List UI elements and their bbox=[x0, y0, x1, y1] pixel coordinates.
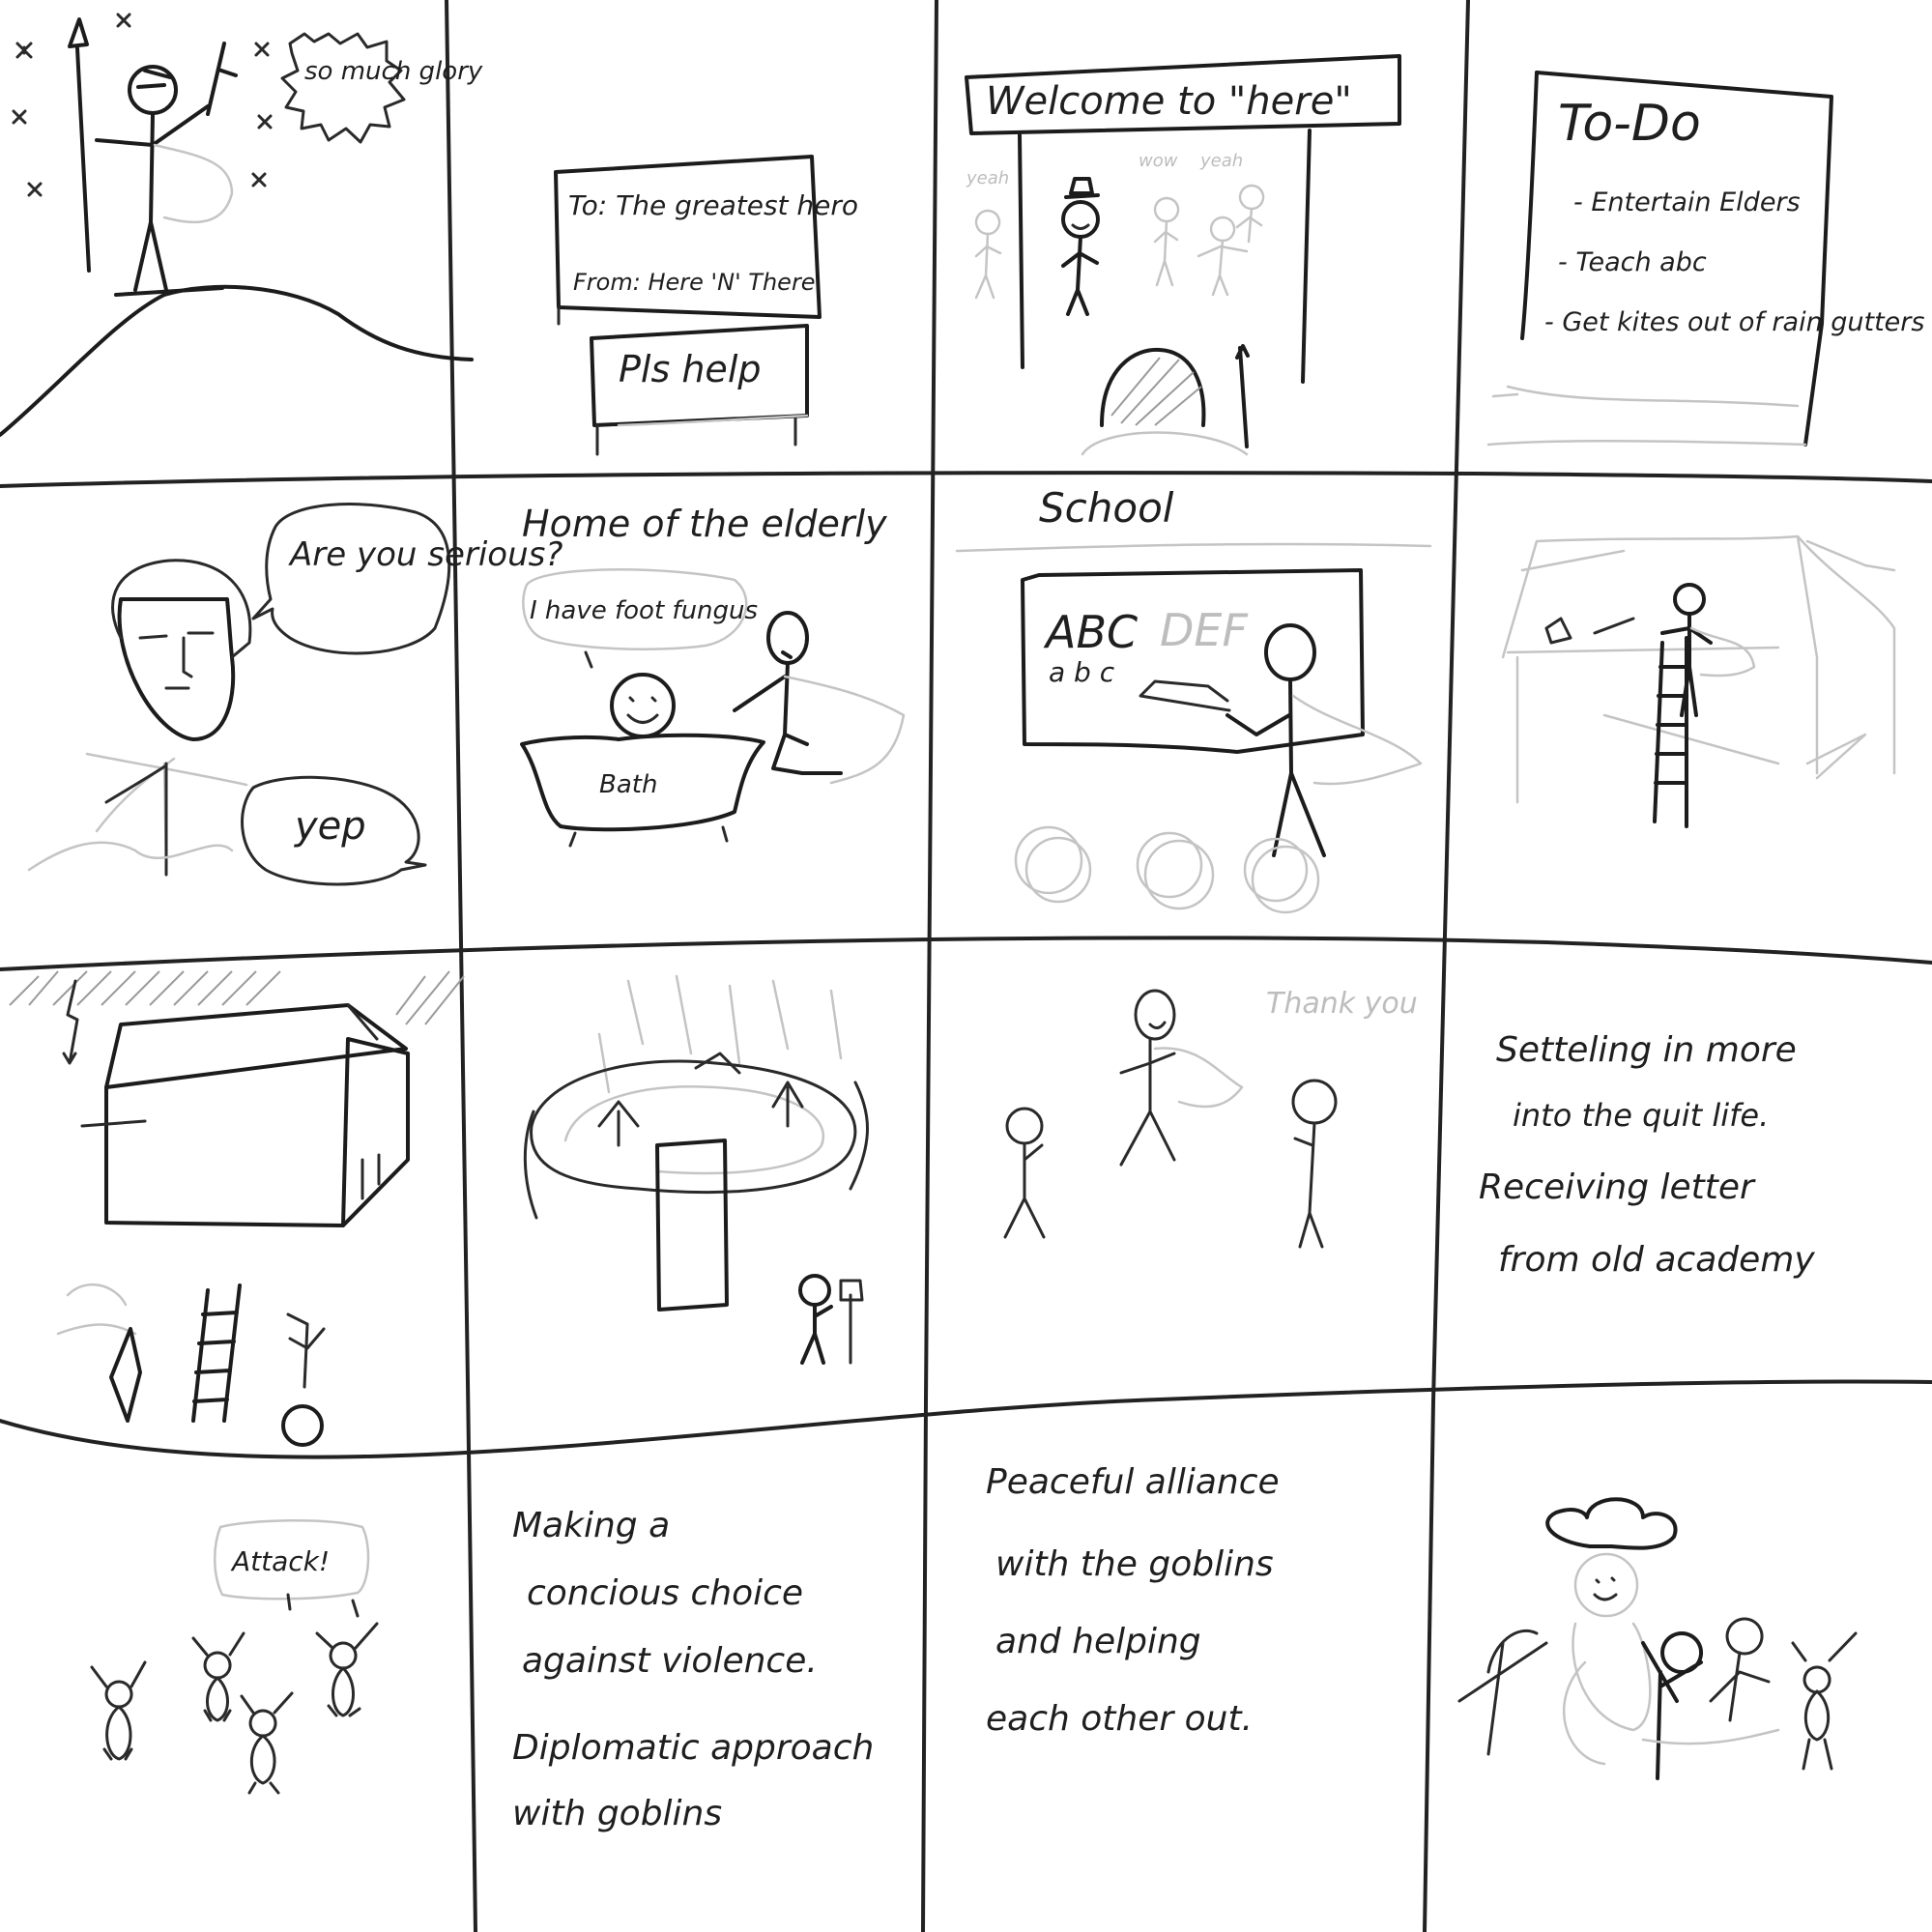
panel-14-diplomacy: Making a concious choice against violenc… bbox=[512, 1506, 874, 1833]
storm-cloud-left bbox=[9, 970, 281, 1006]
welcome-banner-text: Welcome to "here" bbox=[986, 79, 1352, 124]
villager-left bbox=[1003, 1107, 1046, 1239]
horizontal-divider-2 bbox=[0, 936, 1932, 971]
panel-12-settling-in: Setteling in more into the quit life. Re… bbox=[1479, 1030, 1815, 1280]
house-outline bbox=[104, 1003, 408, 1089]
kite-on-roof bbox=[1544, 617, 1572, 645]
hero-stick-figure-group bbox=[1641, 1631, 1703, 1780]
ladder bbox=[1653, 636, 1688, 828]
speech-bubble bbox=[280, 32, 406, 144]
villager-right bbox=[1291, 1079, 1338, 1249]
hill-drawing bbox=[0, 284, 474, 437]
alliance-line-3: and helping bbox=[995, 1622, 1201, 1661]
panel-2-help-letter: To: The greatest hero From: Here 'N' The… bbox=[554, 155, 858, 456]
vertical-divider-1 bbox=[445, 0, 477, 1932]
vertical-divider-3 bbox=[1423, 0, 1470, 1932]
panel-15-peaceful-alliance: Peaceful alliance with the goblins and h… bbox=[986, 1462, 1280, 1739]
crowd-speech-3: yeah bbox=[1199, 151, 1243, 171]
panel-1-hero-glory: so much glory bbox=[0, 13, 483, 437]
panel-6-elderly-home: Home of the elderly I have foot fungus B… bbox=[520, 503, 906, 848]
todo-item-3: - Get kites out of rain gutters bbox=[1544, 307, 1924, 337]
panel-13-goblins-attack: Attack! bbox=[90, 1518, 379, 1795]
todo-item-1: - Entertain Elders bbox=[1573, 187, 1801, 217]
chalkboard-faint-letters: DEF bbox=[1160, 604, 1248, 656]
hero-back-view bbox=[1081, 344, 1250, 456]
character-head bbox=[117, 597, 236, 741]
goblin-group bbox=[90, 1622, 379, 1795]
student-heads bbox=[1014, 825, 1320, 914]
help-sign-text: Pls help bbox=[619, 348, 762, 390]
shovel bbox=[839, 1279, 864, 1365]
horizontal-divider-3 bbox=[0, 1379, 1932, 1459]
thank-you-text: Thank you bbox=[1266, 987, 1418, 1021]
fungus-speech-text: I have foot fungus bbox=[530, 596, 758, 625]
storm-cloud-right bbox=[395, 970, 465, 1025]
portal-door bbox=[655, 1139, 729, 1312]
chalkboard-upper-letters: ABC bbox=[1043, 606, 1138, 658]
small-goblin bbox=[798, 1274, 864, 1365]
fallen-figure bbox=[286, 1312, 326, 1389]
diplomacy-line-1: Making a bbox=[512, 1506, 670, 1545]
spear-drawing bbox=[75, 46, 91, 273]
alliance-line-4: each other out. bbox=[986, 1699, 1253, 1739]
attack-speech-text: Attack! bbox=[230, 1545, 330, 1577]
kite-on-ground bbox=[109, 1327, 142, 1423]
sword-drawing bbox=[206, 42, 226, 116]
settling-line-2: into the quit life. bbox=[1513, 1097, 1769, 1134]
alliance-line-2: with the goblins bbox=[995, 1544, 1274, 1584]
vertical-divider-2 bbox=[921, 0, 938, 1932]
hero-teacher bbox=[1139, 623, 1423, 857]
mayor-face bbox=[1573, 1552, 1639, 1618]
diplomacy-line-3: against violence. bbox=[522, 1641, 818, 1681]
panel-9-storm-house bbox=[9, 970, 465, 1447]
panel-7-school: School ABC DEF a b c bbox=[955, 484, 1432, 914]
letter-to-text: To: The greatest hero bbox=[568, 189, 858, 221]
sparkle-stars bbox=[12, 13, 273, 197]
answer-text: yep bbox=[294, 804, 366, 849]
crowd-speech-2: wow bbox=[1139, 151, 1178, 171]
question-bubble bbox=[251, 503, 451, 655]
bath-label: Bath bbox=[599, 770, 657, 799]
panel-3-welcome: Welcome to "here" yeah wow yeah bbox=[965, 54, 1401, 456]
ladder-on-ground bbox=[191, 1283, 242, 1423]
settling-line-4: from old academy bbox=[1498, 1240, 1815, 1280]
panel-10-goblin-portal bbox=[523, 974, 869, 1365]
hero-kneeling bbox=[733, 611, 906, 785]
todo-title: To-Do bbox=[1558, 95, 1701, 153]
elder-head bbox=[610, 673, 676, 738]
glory-speech-text: so much glory bbox=[304, 57, 483, 86]
letter-from-text: From: Here 'N' There bbox=[573, 269, 816, 296]
storyboard-sheet: so much glory To: The greatest hero From… bbox=[0, 0, 1932, 1932]
panel-8-kite-rescue bbox=[1501, 534, 1896, 828]
sword-pointer bbox=[1139, 679, 1231, 712]
chalkboard-lower-letters: a b c bbox=[1049, 656, 1115, 688]
todo-item-2: - Teach abc bbox=[1558, 247, 1707, 277]
diplomacy-line-4: Diplomatic approach bbox=[512, 1728, 874, 1768]
horizontal-divider-1 bbox=[0, 471, 1932, 488]
settling-line-3: Receiving letter bbox=[1479, 1168, 1756, 1207]
hero-figure bbox=[1119, 989, 1244, 1167]
settling-line-1: Setteling in more bbox=[1496, 1030, 1797, 1070]
panel-5-serious: Are you serious? yep bbox=[27, 503, 562, 886]
rain-lines bbox=[597, 974, 843, 1094]
school-caption: School bbox=[1039, 484, 1174, 532]
panel-4-todo-list: To-Do - Entertain Elders - Teach abc - G… bbox=[1486, 71, 1924, 447]
crowd-speech-1: yeah bbox=[966, 168, 1009, 188]
panel-16-celebration bbox=[1457, 1497, 1858, 1780]
elderly-caption: Home of the elderly bbox=[522, 503, 887, 545]
panel-11-thank-you: Thank you bbox=[1003, 987, 1418, 1249]
alliance-line-1: Peaceful alliance bbox=[986, 1462, 1280, 1502]
diplomacy-line-5: with goblins bbox=[512, 1794, 722, 1833]
arrow-left bbox=[597, 1100, 640, 1147]
mayor-hat bbox=[1545, 1497, 1678, 1550]
mayor-figure bbox=[1061, 177, 1100, 316]
diplomacy-line-2: concious choice bbox=[527, 1573, 803, 1613]
